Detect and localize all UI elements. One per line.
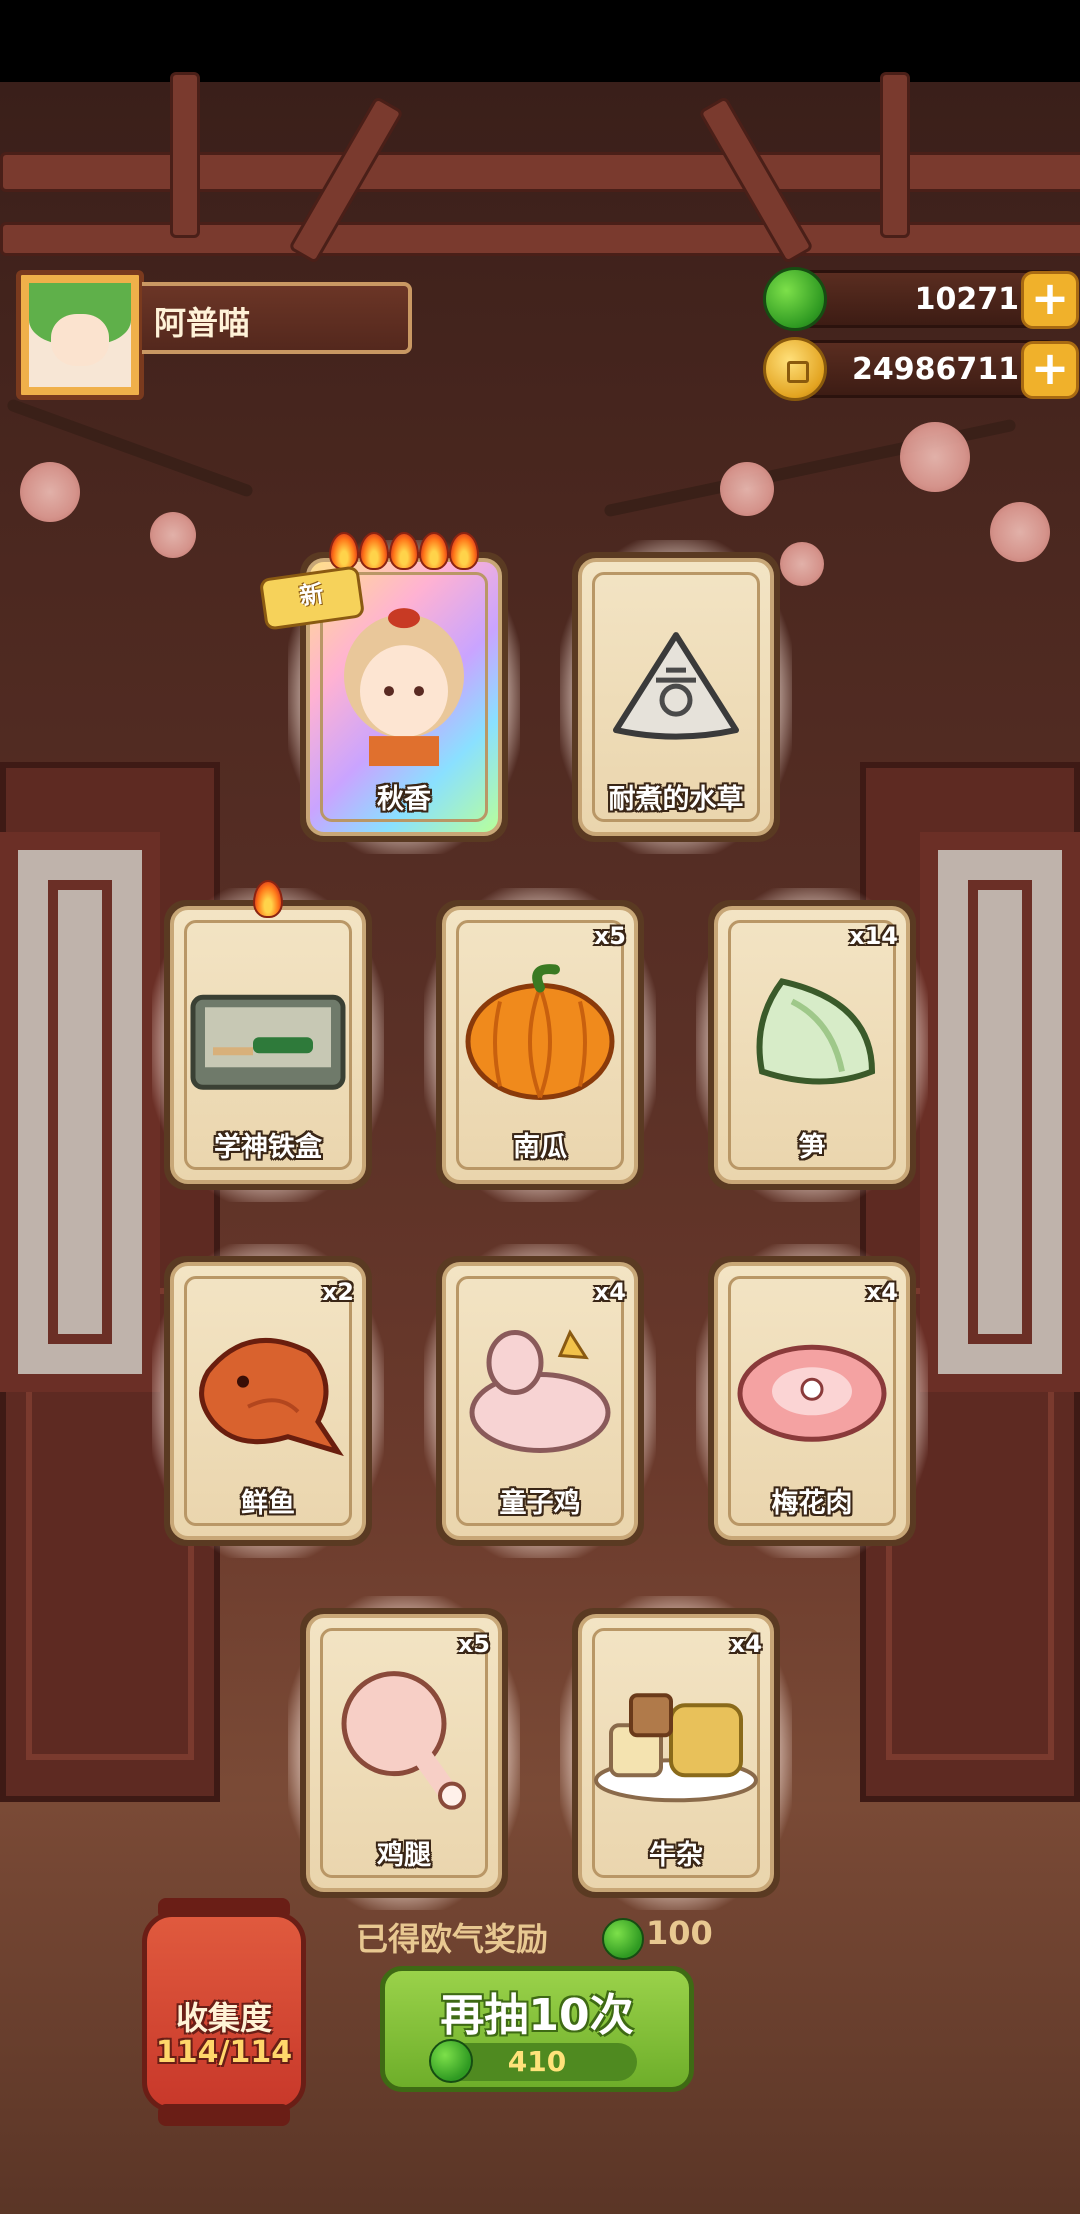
- item-art: [742, 961, 882, 1105]
- card-face: 鲜鱼 x2: [170, 1262, 366, 1540]
- flame-rarity-icon: [329, 532, 359, 570]
- gold-coin-icon: [763, 337, 827, 401]
- green-apple-icon: [763, 267, 827, 331]
- item-card[interactable]: 梅花肉 x4: [708, 1256, 916, 1546]
- card-label: 笋: [798, 1132, 826, 1163]
- item-card[interactable]: 鸡腿 x5: [300, 1608, 508, 1898]
- player-name: 阿普喵: [154, 304, 251, 342]
- item-card[interactable]: 南瓜 x5: [436, 900, 644, 1190]
- item-art: [591, 1675, 761, 1809]
- gacha-result-screen: 阿普喵 10271 + 24986711 + 秋香 耐煮的水草学神铁盒 南瓜 x5 笋 x…: [0, 0, 1080, 2214]
- card-count: x4: [865, 1278, 898, 1306]
- item-art: [334, 1664, 474, 1818]
- card-face: 南瓜 x5: [442, 906, 638, 1184]
- avatar-portrait: [29, 283, 131, 387]
- roof-post: [880, 72, 910, 238]
- add-coins-button[interactable]: +: [1021, 341, 1079, 399]
- bonus-amount: 100: [646, 1914, 713, 1952]
- card-label: 梅花肉: [771, 1488, 853, 1519]
- player-name-plate: 阿普喵: [142, 282, 412, 354]
- right-window: [920, 832, 1080, 1392]
- item-card[interactable]: 鲜鱼 x2: [164, 1256, 372, 1546]
- card-label: 秋香: [377, 784, 431, 815]
- card-face: 学神铁盒: [170, 906, 366, 1184]
- blossom: [900, 422, 970, 492]
- roof-beam: [0, 222, 1080, 256]
- item-art: [460, 961, 620, 1105]
- card-count: x4: [593, 1278, 626, 1306]
- coin-count: 24986711: [852, 352, 1019, 387]
- item-art: [188, 1312, 348, 1466]
- card-face: 牛杂 x4: [578, 1614, 774, 1892]
- card-count: x5: [457, 1630, 490, 1658]
- item-card[interactable]: 笋 x14: [708, 900, 916, 1190]
- item-art: [606, 625, 746, 749]
- card-count: x14: [849, 922, 898, 950]
- item-card[interactable]: 牛杂 x4: [572, 1608, 780, 1898]
- draw-again-label: 再抽10次: [440, 1990, 634, 2041]
- card-label: 童子鸡: [499, 1488, 581, 1519]
- card-face: 鸡腿 x5: [306, 1614, 502, 1892]
- item-art: [460, 1317, 620, 1461]
- apple-currency-bar: 10271 +: [763, 267, 1079, 331]
- card-face: 童子鸡 x4: [442, 1262, 638, 1540]
- card-label: 南瓜: [513, 1132, 567, 1163]
- item-card[interactable]: 学神铁盒: [164, 900, 372, 1190]
- blossom: [20, 462, 80, 522]
- roof-post: [170, 72, 200, 238]
- card-face: 笋 x14: [714, 906, 910, 1184]
- flame-rarity-icon: [449, 532, 479, 570]
- collection-value: 114/114: [155, 2035, 293, 2070]
- coin-currency-bar: 24986711 +: [763, 337, 1079, 401]
- lantern-bottom: [158, 2104, 290, 2126]
- player-avatar[interactable]: [16, 270, 144, 400]
- card-label: 学神铁盒: [214, 1132, 322, 1163]
- bonus-text: 已得欧气奖励: [356, 1920, 549, 1958]
- roof-beam: [0, 152, 1080, 192]
- card-face: 耐煮的水草: [578, 558, 774, 836]
- collection-title: 收集度: [175, 1999, 272, 2037]
- collection-lantern[interactable]: 收集度 114/114: [142, 1912, 306, 2112]
- card-label: 牛杂: [649, 1840, 703, 1871]
- card-label: 鸡腿: [377, 1840, 431, 1871]
- status-bar: [0, 0, 1080, 82]
- card-label: 鲜鱼: [241, 1488, 295, 1519]
- blossom: [990, 502, 1050, 562]
- left-window: [0, 832, 160, 1392]
- green-apple-icon: [602, 1918, 644, 1960]
- flame-rarity-icon: [253, 880, 283, 918]
- card-face: 梅花肉 x4: [714, 1262, 910, 1540]
- item-art: [732, 1323, 892, 1457]
- card-label: 耐煮的水草: [608, 784, 744, 815]
- draw-cost-pill: 410: [429, 2039, 637, 2083]
- card-count: x2: [321, 1278, 354, 1306]
- item-art: [329, 596, 479, 770]
- flame-rarity-icon: [389, 532, 419, 570]
- draw-cost: 410: [507, 2045, 567, 2078]
- blossom: [150, 512, 196, 558]
- item-art: [183, 967, 353, 1101]
- draw-again-button[interactable]: 再抽10次 410: [380, 1966, 694, 2092]
- flame-rarity-icon: [419, 532, 449, 570]
- item-card[interactable]: 童子鸡 x4: [436, 1256, 644, 1546]
- card-count: x4: [729, 1630, 762, 1658]
- card-count: x5: [593, 922, 626, 950]
- apple-count: 10271: [914, 282, 1019, 317]
- add-apples-button[interactable]: +: [1021, 271, 1079, 329]
- item-card[interactable]: 耐煮的水草: [572, 552, 780, 842]
- blossom: [720, 462, 774, 516]
- flame-rarity-icon: [359, 532, 389, 570]
